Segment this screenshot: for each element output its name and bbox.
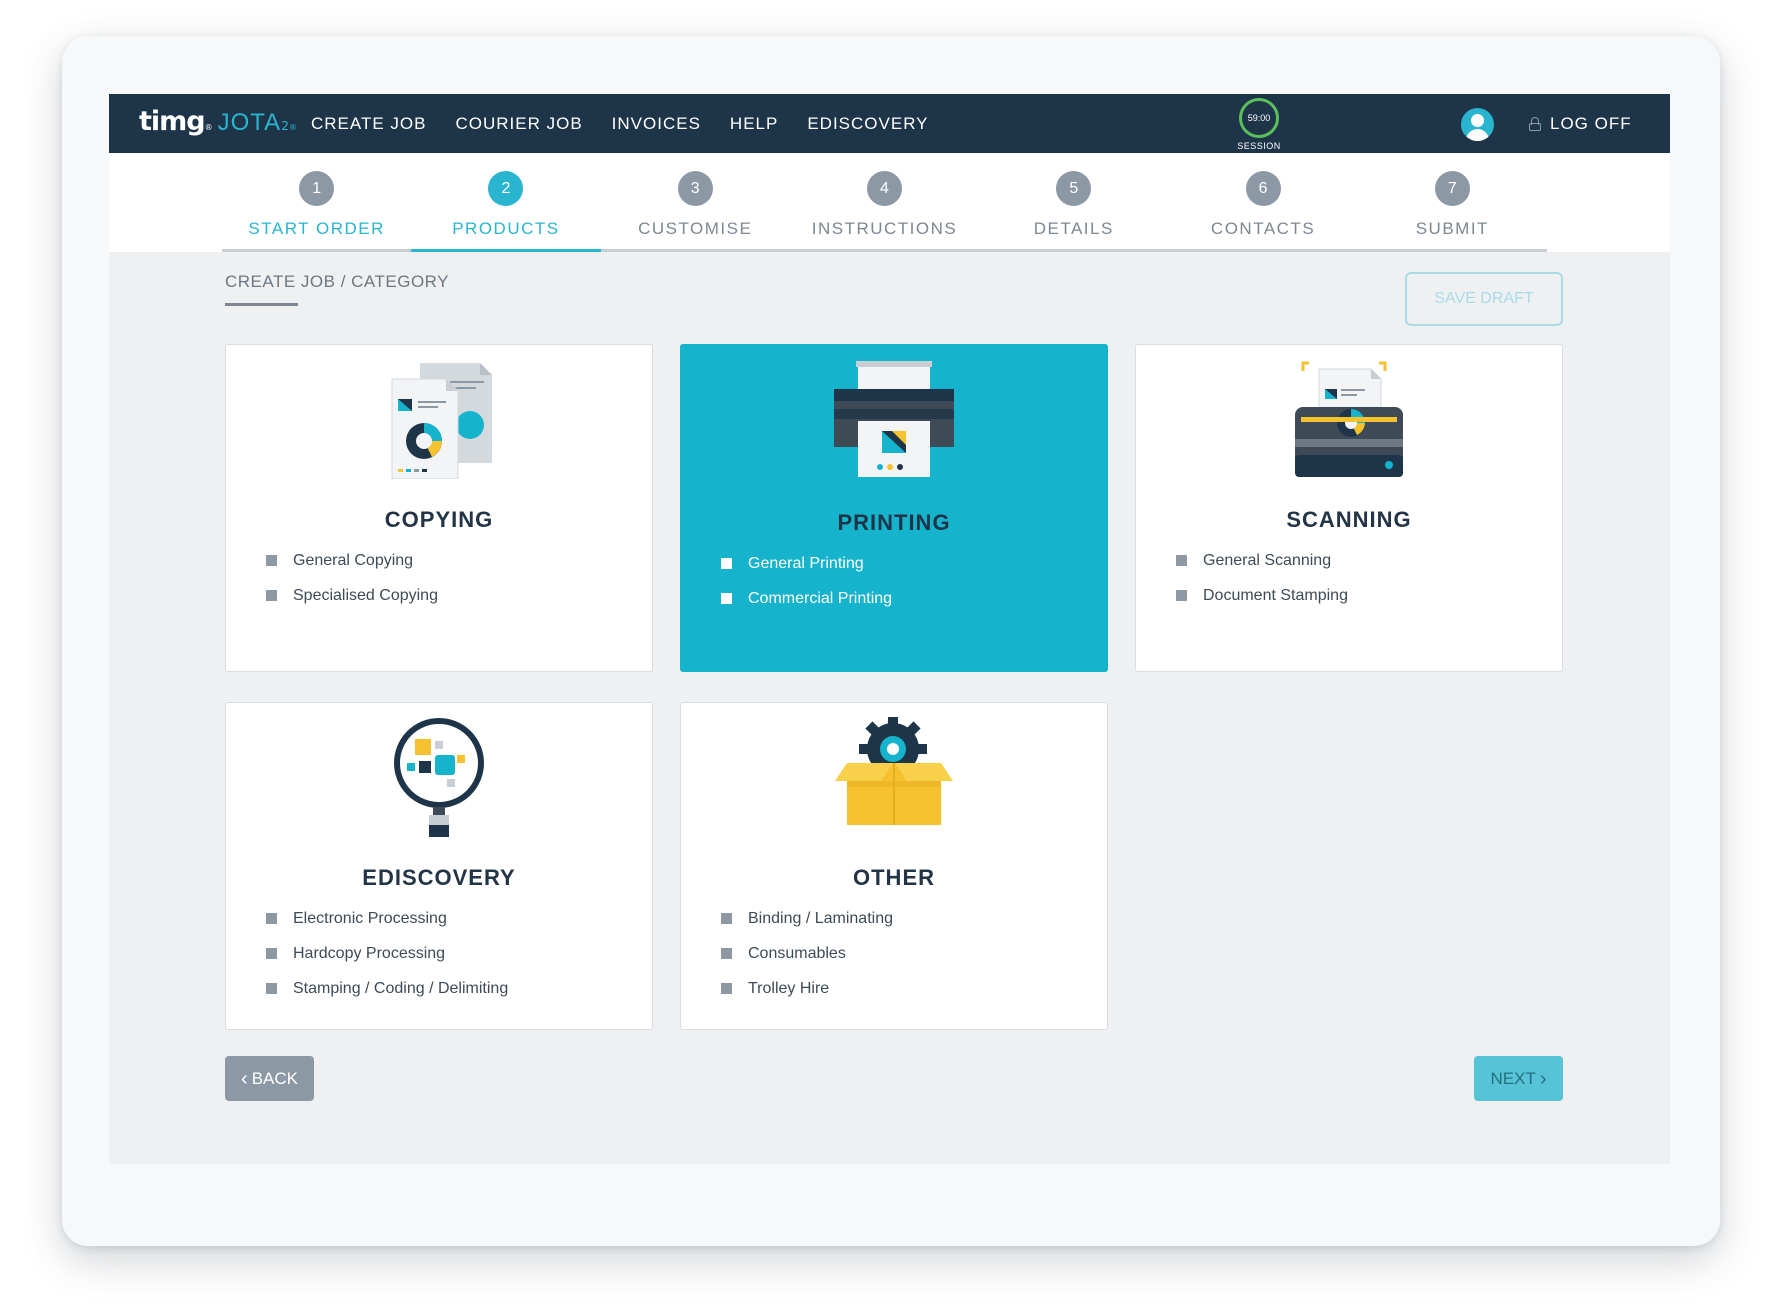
step-label: CUSTOMISE [638, 219, 753, 238]
step-number: 6 [1245, 171, 1281, 206]
session-ring-icon: 59:00 [1239, 98, 1279, 138]
step-label: SUBMIT [1415, 219, 1489, 238]
card-subitems: General Scanning Document Stamping [1176, 552, 1348, 622]
nav-create-job[interactable]: CREATE JOB [311, 114, 426, 134]
step-number: 7 [1434, 171, 1470, 206]
brand-name: timg [139, 106, 206, 137]
nav-ediscovery[interactable]: EDISCOVERY [807, 114, 928, 134]
subitem-general-copying[interactable]: General Copying [266, 552, 438, 587]
magnifier-icon [394, 718, 484, 837]
next-button[interactable]: NEXT › [1474, 1056, 1563, 1101]
nav-invoices[interactable]: INVOICES [612, 114, 701, 134]
step-instructions[interactable]: 4 INSTRUCTIONS [789, 153, 980, 252]
nav-help[interactable]: HELP [730, 114, 778, 134]
subitem-stamping-coding[interactable]: Stamping / Coding / Delimiting [266, 980, 508, 1015]
user-avatar-icon[interactable] [1461, 108, 1494, 141]
card-subitems: Binding / Laminating Consumables Trolley… [721, 910, 893, 1015]
card-subitems: General Copying Specialised Copying [266, 552, 438, 622]
session-time: 59:00 [1247, 113, 1271, 123]
step-label: START ORDER [248, 219, 385, 238]
subitem-consumables[interactable]: Consumables [721, 945, 893, 980]
breadcrumb-underline [225, 303, 298, 306]
subitem-document-stamping[interactable]: Document Stamping [1176, 587, 1348, 622]
back-label: BACK [251, 1068, 298, 1088]
subitem-hardcopy-processing[interactable]: Hardcopy Processing [266, 945, 508, 980]
step-number: 4 [866, 171, 902, 206]
subitem-commercial-printing[interactable]: Commercial Printing [721, 590, 892, 625]
step-label: PRODUCTS [452, 219, 560, 238]
step-customise[interactable]: 3 CUSTOMISE [600, 153, 790, 252]
subitem-binding-laminating[interactable]: Binding / Laminating [721, 910, 893, 945]
step-number: 2 [488, 171, 524, 206]
subitem-general-scanning[interactable]: General Scanning [1176, 552, 1348, 587]
category-card-other[interactable]: OTHER Binding / Laminating Consumables T… [680, 702, 1108, 1030]
box-gear-icon [835, 717, 953, 825]
step-label: CONTACTS [1210, 219, 1316, 238]
card-subitems: Electronic Processing Hardcopy Processin… [266, 910, 508, 1015]
step-label: DETAILS [1033, 219, 1114, 238]
card-title: EDISCOVERY [362, 865, 516, 890]
card-title: COPYING [384, 507, 494, 532]
printer-icon [834, 361, 954, 477]
subitem-trolley-hire[interactable]: Trolley Hire [721, 980, 893, 1015]
card-title: SCANNING [1286, 507, 1412, 532]
app-screen: timg ® JOTA 2 ® CREATE JOB COURIER JOB I… [109, 94, 1670, 1164]
lock-icon [1529, 116, 1541, 131]
subitem-electronic-processing[interactable]: Electronic Processing [266, 910, 508, 945]
step-number: 3 [677, 171, 713, 206]
card-subitems: General Printing Commercial Printing [721, 555, 892, 625]
back-button[interactable]: ‹ BACK [225, 1056, 314, 1101]
brand-logo[interactable]: timg ® JOTA 2 ® [139, 106, 297, 142]
category-card-ediscovery[interactable]: EDISCOVERY Electronic Processing Hardcop… [225, 702, 653, 1030]
session-timer: 59:00 SESSION [1229, 98, 1289, 152]
category-card-printing[interactable]: PRINTING General Printing Commercial Pri… [680, 344, 1108, 672]
step-details[interactable]: 5 DETAILS [979, 153, 1169, 252]
category-card-copying[interactable]: COPYING General Copying Specialised Copy… [225, 344, 653, 672]
step-products[interactable]: 2 PRODUCTS [411, 153, 601, 252]
documents-icon [391, 363, 492, 479]
logoff-button[interactable]: LOG OFF [1529, 94, 1632, 153]
subitem-specialised-copying[interactable]: Specialised Copying [266, 587, 438, 622]
card-title: PRINTING [837, 510, 951, 535]
step-number: 1 [299, 171, 335, 206]
category-card-scanning[interactable]: SCANNING General Scanning Document Stamp… [1135, 344, 1563, 672]
nav-courier-job[interactable]: COURIER JOB [455, 114, 582, 134]
step-label: INSTRUCTIONS [811, 219, 958, 238]
step-contacts[interactable]: 6 CONTACTS [1168, 153, 1358, 252]
breadcrumb: CREATE JOB / CATEGORY [225, 272, 449, 291]
product-version: 2 [281, 119, 289, 133]
progress-stepper: 1 START ORDER 2 PRODUCTS 3 CUSTOMISE 4 I… [109, 153, 1670, 252]
subitem-general-printing[interactable]: General Printing [721, 555, 892, 590]
chevron-right-icon: › [1539, 1067, 1547, 1090]
nav-links: CREATE JOB COURIER JOB INVOICES HELP EDI… [311, 94, 958, 153]
chevron-left-icon: ‹ [241, 1067, 248, 1090]
step-submit[interactable]: 7 SUBMIT [1357, 153, 1547, 252]
card-title: OTHER [853, 865, 935, 890]
next-label: NEXT [1490, 1068, 1536, 1088]
logoff-label: LOG OFF [1550, 113, 1632, 133]
save-draft-button[interactable]: SAVE DRAFT [1405, 272, 1563, 326]
scanner-icon [1295, 361, 1403, 477]
step-number: 5 [1056, 171, 1092, 206]
product-name: JOTA [217, 109, 282, 136]
step-start-order[interactable]: 1 START ORDER [222, 153, 412, 252]
top-nav: timg ® JOTA 2 ® CREATE JOB COURIER JOB I… [109, 94, 1670, 153]
session-label: SESSION [1237, 141, 1281, 151]
